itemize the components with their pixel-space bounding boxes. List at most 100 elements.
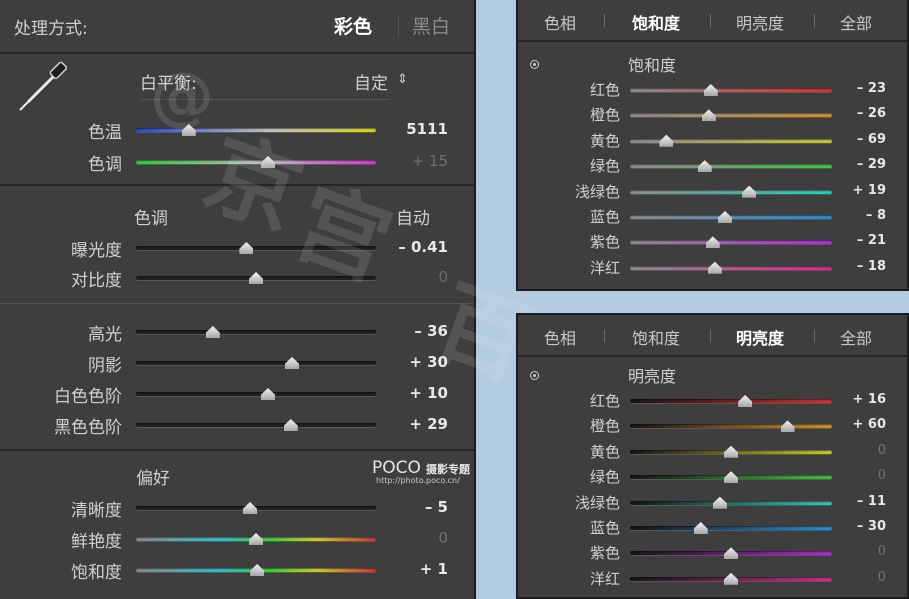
hsl-row-value[interactable]: – 69: [844, 132, 886, 147]
hsl-row-thumb[interactable]: [724, 471, 738, 484]
tab-all[interactable]: 全部: [840, 10, 872, 34]
tone-heading: 色调: [134, 209, 168, 229]
tint-value[interactable]: + 15: [384, 152, 448, 170]
tab-saturation-2[interactable]: 饱和度: [632, 325, 680, 349]
hsl-row-value[interactable]: – 21: [844, 233, 886, 248]
temp-value[interactable]: 5111: [384, 120, 448, 138]
hsl-row-track[interactable]: [630, 88, 832, 92]
hsl-row-label: 黄色: [589, 442, 620, 461]
hsl-row-label: 蓝色: [589, 208, 620, 226]
target-adjust-icon-2[interactable]: [530, 371, 539, 380]
highlights-value[interactable]: – 36: [384, 322, 448, 340]
hsl-row-thumb[interactable]: [659, 134, 674, 147]
hsl-row-thumb[interactable]: [693, 522, 708, 534]
shadows-thumb[interactable]: [285, 357, 299, 369]
hsl-row-thumb[interactable]: [738, 395, 753, 407]
hsl-row-track[interactable]: [630, 399, 832, 403]
hsl-row-track[interactable]: [630, 189, 832, 194]
hsl-row-label: 红色: [589, 392, 620, 410]
tab-luminance[interactable]: 明亮度: [736, 10, 784, 34]
highlights-track[interactable]: [136, 330, 376, 334]
hsl-row-thumb[interactable]: [724, 445, 738, 458]
clarity-value[interactable]: – 5: [384, 498, 448, 516]
tint-label: 色调: [88, 155, 122, 175]
temp-track[interactable]: [136, 128, 376, 132]
bw-mode-button[interactable]: 黑白: [412, 12, 450, 39]
hsl-row-thumb[interactable]: [724, 572, 738, 585]
contrast-label: 对比度: [71, 271, 122, 291]
tab-hue[interactable]: 色相: [544, 10, 576, 34]
hsl-row-value[interactable]: 0: [844, 544, 886, 559]
tint-track[interactable]: [136, 160, 376, 164]
shadows-value[interactable]: + 30: [384, 353, 448, 371]
hsl-row-thumb[interactable]: [780, 420, 795, 433]
exposure-value[interactable]: – 0.41: [384, 238, 448, 256]
color-mode-button[interactable]: 彩色: [334, 12, 372, 39]
auto-tone-button[interactable]: 自动: [396, 204, 430, 229]
hsl-row-value[interactable]: 0: [844, 443, 886, 458]
hsl-row-value[interactable]: + 19: [844, 183, 886, 198]
exposure-thumb[interactable]: [239, 242, 254, 254]
blacks-value[interactable]: + 29: [384, 415, 448, 433]
shadows-track[interactable]: [136, 361, 376, 365]
wb-value[interactable]: 自定: [354, 69, 388, 94]
saturation-thumb[interactable]: [250, 564, 265, 576]
hsl-row-thumb[interactable]: [742, 185, 757, 198]
hsl-row-thumb[interactable]: [707, 261, 722, 274]
temp-thumb[interactable]: [181, 124, 196, 136]
exposure-label: 曝光度: [71, 241, 122, 261]
hsl-row-label: 橙色: [589, 106, 620, 125]
hsl-row-track[interactable]: [630, 164, 832, 169]
whites-value[interactable]: + 10: [384, 384, 448, 402]
hsl-row-value[interactable]: + 60: [844, 417, 886, 432]
tab-saturation[interactable]: 饱和度: [632, 10, 680, 34]
hsl-row-track[interactable]: [630, 265, 832, 270]
hsl-row-value[interactable]: 0: [844, 468, 886, 483]
contrast-thumb[interactable]: [249, 272, 263, 284]
hsl-row-value[interactable]: – 18: [844, 259, 886, 274]
hsl-row-track[interactable]: [630, 424, 832, 429]
exposure-track[interactable]: [136, 246, 376, 250]
wb-dropdown-icon[interactable]: ⇕: [397, 72, 408, 87]
whites-track[interactable]: [136, 392, 376, 396]
hsl-row-value[interactable]: – 29: [844, 157, 886, 172]
hsl-row-thumb[interactable]: [705, 236, 720, 249]
hsl-row-thumb[interactable]: [724, 547, 738, 560]
hsl-row-thumb[interactable]: [697, 160, 712, 173]
hsl-row-value[interactable]: 0: [844, 570, 886, 585]
blacks-thumb[interactable]: [283, 419, 298, 431]
whites-thumb[interactable]: [261, 388, 275, 400]
hsl-tabs-2: 色相 饱和度 明亮度 全部: [518, 315, 907, 357]
hsl-row-track[interactable]: [630, 526, 832, 530]
presence-heading: 偏好: [136, 469, 170, 489]
tab-hue-2[interactable]: 色相: [544, 325, 576, 349]
contrast-value[interactable]: 0: [384, 268, 448, 286]
hsl-row-value[interactable]: – 26: [844, 106, 886, 121]
hsl-row-track[interactable]: [630, 500, 832, 505]
tab-all-2[interactable]: 全部: [840, 325, 872, 349]
white-balance-eyedropper-icon[interactable]: [14, 60, 70, 116]
hsl-row-value[interactable]: + 16: [844, 392, 886, 407]
hsl-row-thumb[interactable]: [703, 84, 718, 96]
hsl-row-value[interactable]: – 30: [844, 519, 886, 534]
hsl-row-value[interactable]: – 11: [844, 494, 886, 509]
saturation-value[interactable]: + 1: [384, 560, 448, 578]
hsl-row-value[interactable]: – 8: [844, 208, 886, 223]
hsl-row-thumb[interactable]: [712, 496, 727, 509]
hsl-row-label: 橙色: [589, 417, 620, 436]
vibrance-thumb[interactable]: [249, 533, 263, 545]
hsl-row-thumb[interactable]: [717, 211, 732, 223]
highlights-thumb[interactable]: [205, 326, 220, 338]
hsl-row-label: 紫色: [589, 233, 620, 252]
tab-luminance-2[interactable]: 明亮度: [736, 325, 784, 349]
tint-thumb[interactable]: [261, 156, 275, 168]
hsl-row-value[interactable]: – 23: [844, 81, 886, 96]
vibrance-value[interactable]: 0: [384, 529, 448, 547]
hsl-row-label: 绿色: [589, 468, 620, 487]
target-adjust-icon[interactable]: [530, 60, 539, 69]
hsl-row-track[interactable]: [630, 113, 832, 118]
hsl-row-thumb[interactable]: [701, 109, 716, 122]
blacks-track[interactable]: [136, 423, 376, 427]
hsl-row-track[interactable]: [630, 240, 832, 245]
clarity-thumb[interactable]: [243, 502, 257, 514]
